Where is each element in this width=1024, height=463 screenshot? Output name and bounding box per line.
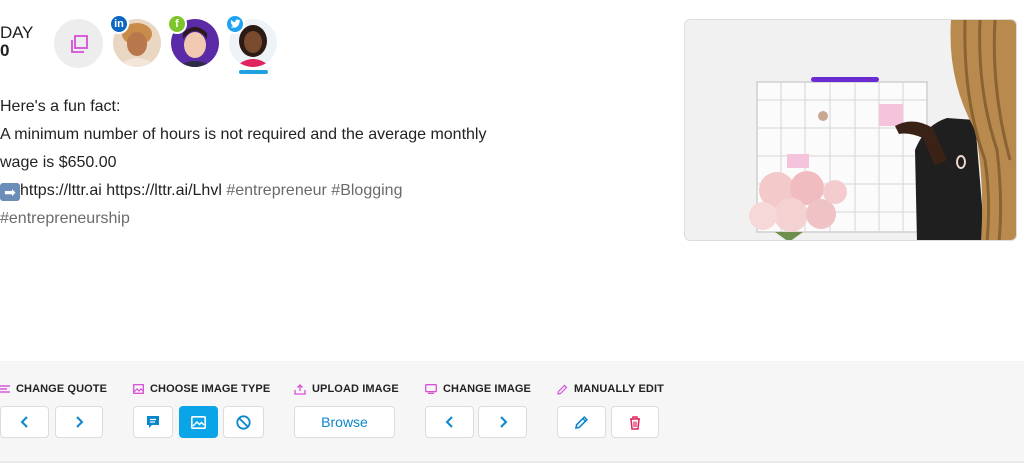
image-icon bbox=[191, 415, 206, 429]
ban-icon bbox=[236, 414, 251, 430]
change-quote-text: CHANGE QUOTE bbox=[16, 383, 108, 395]
post-line: A minimum number of hours is not require… bbox=[0, 126, 487, 143]
hashtag: #entrepreneur bbox=[226, 182, 327, 199]
no-image-button[interactable] bbox=[223, 406, 264, 438]
comment-icon bbox=[147, 416, 159, 428]
previous-quote-button[interactable] bbox=[0, 406, 49, 438]
chevron-left-icon bbox=[20, 416, 28, 428]
post-image bbox=[684, 19, 1017, 241]
day-label: DAY bbox=[0, 23, 34, 42]
copy-icon bbox=[70, 34, 88, 53]
chevron-left-icon bbox=[445, 416, 453, 428]
change-image-label: CHANGE IMAGE bbox=[425, 383, 531, 395]
choose-image-type-label: CHOOSE IMAGE TYPE bbox=[133, 383, 270, 395]
day-number: 0 bbox=[0, 41, 10, 60]
selected-network-indicator bbox=[239, 70, 268, 74]
change-quote-label: CHANGE QUOTE bbox=[0, 383, 107, 395]
calendar-roses-photo bbox=[685, 20, 1016, 240]
post-line: Here's a fun fact: bbox=[0, 98, 121, 115]
pencil-icon bbox=[557, 384, 568, 395]
avatar-facebook[interactable]: f bbox=[167, 14, 219, 67]
edit-button[interactable] bbox=[557, 406, 606, 438]
post-text[interactable]: Here's a fun fact: A minimum number of h… bbox=[0, 93, 560, 233]
post-links-line: ➡ https://lttr.ai https://lttr.ai/Lhvl #e… bbox=[0, 177, 560, 205]
monitor-icon bbox=[425, 384, 437, 394]
manually-edit-label: MANUALLY EDIT bbox=[557, 383, 664, 395]
post-line: wage is $650.00 bbox=[0, 154, 117, 171]
pencil-icon bbox=[574, 415, 589, 429]
manually-edit-text: MANUALLY EDIT bbox=[574, 383, 664, 395]
next-image-button[interactable] bbox=[478, 406, 527, 438]
previous-image-button[interactable] bbox=[425, 406, 474, 438]
text-lines-icon bbox=[0, 385, 10, 393]
next-quote-button[interactable] bbox=[55, 406, 103, 438]
facebook-badge-icon: f bbox=[167, 14, 187, 34]
duplicate-button[interactable] bbox=[54, 19, 103, 68]
upload-image-label: UPLOAD IMAGE bbox=[294, 383, 399, 395]
hashtag: #Blogging bbox=[331, 182, 403, 199]
twitter-badge-icon bbox=[225, 14, 245, 34]
quote-image-type-button[interactable] bbox=[133, 406, 173, 438]
upload-icon bbox=[294, 383, 306, 395]
photo-image-type-button[interactable] bbox=[179, 406, 218, 438]
change-image-text: CHANGE IMAGE bbox=[443, 383, 531, 395]
avatar-twitter[interactable] bbox=[225, 14, 277, 67]
post-links[interactable]: https://lttr.ai https://lttr.ai/Lhvl bbox=[20, 182, 222, 199]
trash-icon bbox=[630, 415, 640, 430]
chevron-right-icon bbox=[499, 416, 507, 428]
avatar-linkedin[interactable]: in bbox=[109, 14, 161, 67]
hashtag: #entrepreneurship bbox=[0, 210, 130, 227]
twitter-bird-icon bbox=[229, 19, 241, 28]
image-icon bbox=[133, 384, 144, 394]
day-indicator: DAY 0 bbox=[0, 24, 33, 60]
chevron-right-icon bbox=[76, 416, 84, 428]
browse-button[interactable]: Browse bbox=[294, 406, 395, 438]
right-arrow-icon: ➡ bbox=[0, 183, 20, 201]
post-toolbar: CHANGE QUOTE CHOOSE IMAGE TYPE UPLOAD IM… bbox=[0, 361, 1024, 463]
upload-image-text: UPLOAD IMAGE bbox=[312, 383, 399, 395]
delete-button[interactable] bbox=[611, 406, 659, 438]
choose-image-type-text: CHOOSE IMAGE TYPE bbox=[150, 383, 271, 395]
linkedin-badge-icon: in bbox=[109, 14, 129, 34]
